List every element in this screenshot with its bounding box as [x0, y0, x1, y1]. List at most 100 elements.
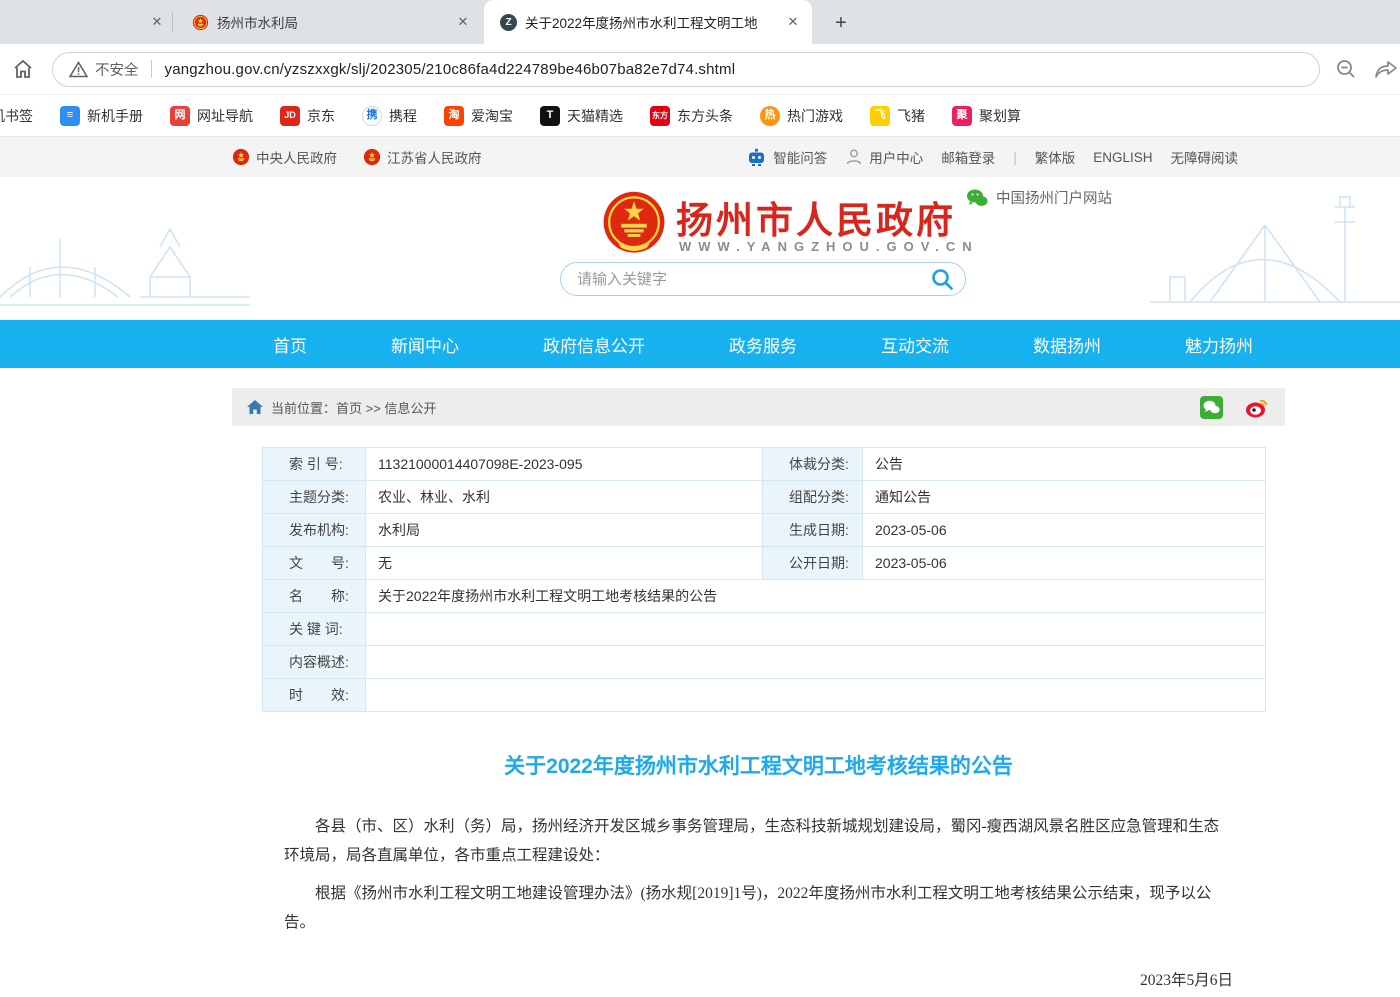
address-bar[interactable]: 不安全 yangzhou.gov.cn/yzszxxgk/slj/202305/… — [52, 52, 1320, 87]
wechat-icon — [966, 188, 988, 208]
bridge-sketch-left — [0, 177, 250, 320]
new-tab-button[interactable]: + — [828, 10, 854, 36]
user-center-link[interactable]: 用户中心 — [845, 147, 923, 167]
link-jiangsu-gov[interactable]: 江苏省人民政府 — [363, 147, 482, 167]
bookmark-label: 携程 — [389, 106, 417, 126]
browser-tab-active[interactable]: Z 关于2022年度扬州市水利工程文明工地 ✕ — [484, 0, 812, 44]
robot-icon — [746, 148, 767, 167]
link-label: 用户中心 — [869, 147, 923, 167]
browser-tab-bar: ✕ 扬州市水利局 ✕ Z 关于2022年度扬州市水利工程文明工地 ✕ + — [0, 0, 1400, 44]
nav-site-icon: 网 — [170, 106, 190, 126]
article-body: 各县（市、区）水利（务）局，扬州经济开发区城乡事务管理局，生态科技新城规划建设局… — [284, 813, 1233, 938]
bookmark-label: 京东 — [307, 106, 335, 126]
breadcrumb-path[interactable]: 首页 >> 信息公开 — [336, 398, 436, 417]
breadcrumb-prefix: 当前位置： — [271, 398, 336, 417]
value-validity — [366, 679, 1266, 712]
label-title: 名 称: — [263, 580, 366, 613]
national-emblem-logo — [602, 190, 666, 256]
divider: | — [1013, 150, 1017, 165]
table-row: 名 称: 关于2022年度扬州市水利工程文明工地考核结果的公告 — [263, 580, 1266, 613]
breadcrumb: 当前位置： 首页 >> 信息公开 — [232, 388, 1285, 426]
label-group: 组配分类: — [763, 481, 863, 514]
value-topic: 农业、林业、水利 — [366, 481, 763, 514]
table-row: 文 号: 无 公开日期: 2023-05-06 — [263, 547, 1266, 580]
table-row: 时 效: — [263, 679, 1266, 712]
bookmark-label: 网址导航 — [197, 106, 253, 126]
portal-link[interactable]: 中国扬州门户网站 — [966, 187, 1112, 208]
bookmark-label: 新机手册 — [87, 106, 143, 126]
home-icon[interactable] — [11, 57, 35, 81]
weibo-share-icon[interactable] — [1245, 396, 1269, 419]
label-publisher: 发布机构: — [263, 514, 366, 547]
nav-item-info-disclosure[interactable]: 政府信息公开 — [543, 332, 645, 357]
link-label: 江苏省人民政府 — [387, 147, 482, 167]
home-breadcrumb-icon[interactable] — [247, 400, 263, 414]
nav-item-data[interactable]: 数据扬州 — [1033, 332, 1101, 357]
bookmark-item[interactable]: 飞 飞猪 — [870, 106, 925, 126]
bookmark-item[interactable]: 机书签 — [0, 106, 33, 126]
nav-item-news[interactable]: 新闻中心 — [391, 332, 459, 357]
manual-icon: ≡ — [60, 106, 80, 126]
traditional-chinese-link[interactable]: 繁体版 — [1035, 147, 1076, 167]
address-divider — [151, 60, 152, 78]
smart-qa-link[interactable]: 智能问答 — [746, 147, 827, 167]
article-date: 2023年5月6日 — [284, 968, 1233, 990]
content-card: 当前位置： 首页 >> 信息公开 索 引 号: 1132100001440709… — [232, 388, 1285, 997]
juhuasuan-icon: 聚 — [952, 106, 972, 126]
games-icon: 热 — [760, 106, 780, 126]
bookmark-item[interactable]: 淘 爱淘宝 — [444, 106, 513, 126]
label-keywords: 关 键 词: — [263, 613, 366, 646]
bookmark-item[interactable]: 携 携程 — [362, 106, 417, 126]
value-title: 关于2022年度扬州市水利工程文明工地考核结果的公告 — [366, 580, 1266, 613]
security-label[interactable]: 不安全 — [95, 59, 139, 80]
bookmark-item[interactable]: 东方 东方头条 — [650, 106, 733, 126]
bookmark-item[interactable]: JD 京东 — [280, 106, 335, 126]
close-icon[interactable]: ✕ — [784, 13, 802, 31]
national-emblem-icon — [363, 148, 381, 166]
insecure-warning-icon — [69, 61, 88, 78]
bookmark-item[interactable]: 聚 聚划算 — [952, 106, 1021, 126]
bookmark-item[interactable]: ≡ 新机手册 — [60, 106, 143, 126]
label-topic: 主题分类: — [263, 481, 366, 514]
nav-item-services[interactable]: 政务服务 — [729, 332, 797, 357]
close-icon[interactable]: ✕ — [148, 13, 166, 31]
tab-title: 扬州市水利局 — [217, 12, 454, 32]
wechat-share-icon[interactable] — [1200, 396, 1223, 419]
site-banner: 扬州市人民政府 WWW.YANGZHOU.GOV.CN 中国扬州门户网站 — [0, 177, 1400, 320]
value-doc-number: 无 — [366, 547, 763, 580]
value-keywords — [366, 613, 1266, 646]
accessibility-link[interactable]: 无障碍阅读 — [1171, 147, 1239, 167]
english-link[interactable]: ENGLISH — [1093, 150, 1152, 165]
browser-tab-slj[interactable]: 扬州市水利局 ✕ — [176, 0, 482, 44]
nav-item-charm[interactable]: 魅力扬州 — [1185, 332, 1253, 357]
national-emblem-icon — [232, 148, 250, 166]
user-icon — [845, 148, 863, 166]
tmall-icon: T — [540, 106, 560, 126]
url-text[interactable]: yangzhou.gov.cn/yzszxxgk/slj/202305/210c… — [165, 61, 736, 78]
article-paragraph: 各县（市、区）水利（务）局，扬州经济开发区城乡事务管理局，生态科技新城规划建设局… — [284, 813, 1233, 870]
link-label: 中央人民政府 — [256, 147, 337, 167]
mail-login-link[interactable]: 邮箱登录 — [941, 147, 995, 167]
portal-label: 中国扬州门户网站 — [996, 187, 1112, 208]
bookmark-item[interactable]: T 天猫精选 — [540, 106, 623, 126]
national-emblem-icon — [192, 14, 209, 31]
value-publisher: 水利局 — [366, 514, 763, 547]
link-central-gov[interactable]: 中央人民政府 — [232, 147, 337, 167]
bookmark-item[interactable]: 热 热门游戏 — [760, 106, 843, 126]
jd-icon: JD — [280, 106, 300, 126]
nav-item-interaction[interactable]: 互动交流 — [881, 332, 949, 357]
table-row: 索 引 号: 11321000014407098E-2023-095 体裁分类:… — [263, 448, 1266, 481]
label-created-date: 生成日期: — [763, 514, 863, 547]
search-input[interactable] — [577, 271, 929, 288]
search-icon[interactable] — [929, 266, 955, 292]
bookmark-label: 天猫精选 — [567, 106, 623, 126]
document-info-table: 索 引 号: 11321000014407098E-2023-095 体裁分类:… — [262, 447, 1266, 712]
site-title: 扬州市人民政府 — [676, 190, 956, 244]
nav-item-home[interactable]: 首页 — [273, 332, 307, 357]
tab-separator — [172, 12, 173, 32]
share-icon[interactable] — [1374, 57, 1400, 81]
zoom-out-icon[interactable] — [1334, 57, 1358, 81]
close-icon[interactable]: ✕ — [454, 13, 472, 31]
bookmark-item[interactable]: 网 网址导航 — [170, 106, 253, 126]
label-genre: 体裁分类: — [763, 448, 863, 481]
